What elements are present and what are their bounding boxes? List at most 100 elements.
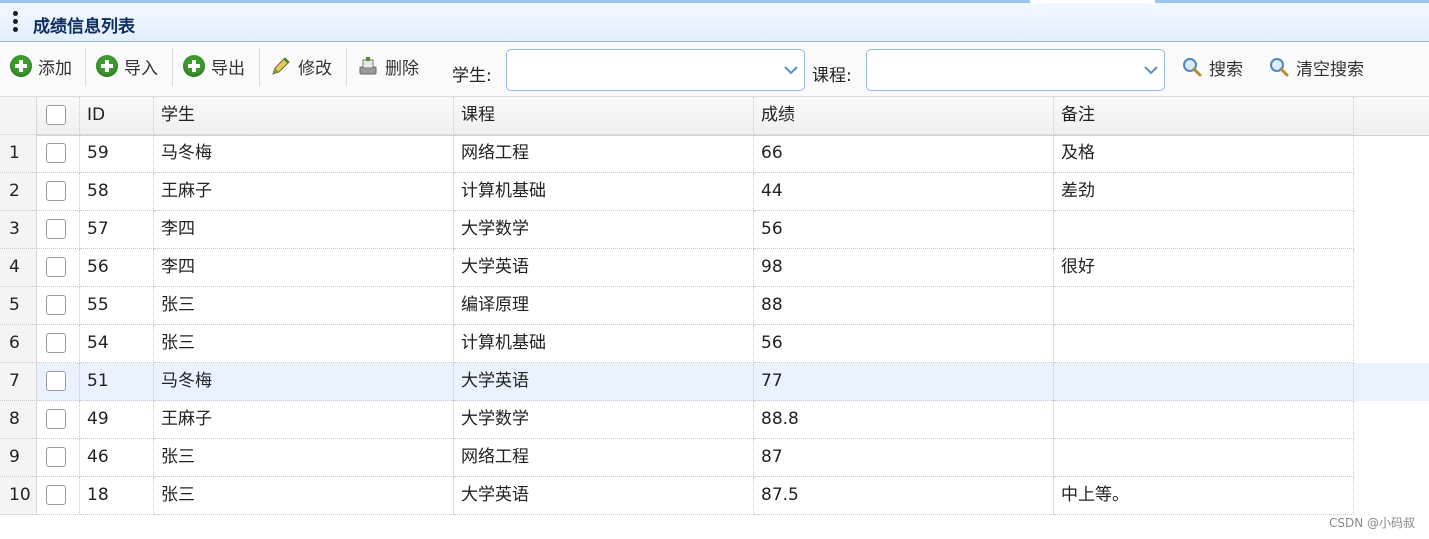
cell-score: 66: [754, 135, 1054, 173]
student-filter-label: 学生:: [452, 66, 492, 86]
row-checkbox[interactable]: [46, 143, 66, 163]
cell-id: 55: [80, 287, 154, 325]
cell-score: 88.8: [754, 401, 1054, 439]
row-checkbox[interactable]: [46, 257, 66, 277]
row-checkbox[interactable]: [46, 447, 66, 467]
cell-student: 张三: [154, 439, 454, 477]
table-row[interactable]: 9 46 张三 网络工程 87: [0, 439, 1429, 477]
row-number: 4: [0, 249, 37, 287]
cell-note: [1054, 211, 1354, 249]
delete-icon: [357, 55, 379, 77]
row-checkbox[interactable]: [46, 181, 66, 201]
table-row[interactable]: 5 55 张三 编译原理 88: [0, 287, 1429, 325]
cell-score: 44: [754, 173, 1054, 211]
clear-search-button-label: 清空搜索: [1296, 59, 1364, 80]
cell-note: 很好: [1054, 249, 1354, 287]
delete-button[interactable]: 删除: [357, 51, 419, 81]
panel-title: 成绩信息列表: [33, 17, 135, 37]
search-button-label: 搜索: [1209, 59, 1243, 80]
cell-note: [1054, 401, 1354, 439]
row-number: 9: [0, 439, 37, 477]
table-row[interactable]: 10 18 张三 大学英语 87.5 中上等。: [0, 477, 1429, 515]
student-input[interactable]: [513, 56, 757, 86]
add-button[interactable]: 添加: [10, 51, 72, 81]
cell-score: 56: [754, 325, 1054, 363]
student-combobox[interactable]: [506, 49, 805, 91]
cell-id: 57: [80, 211, 154, 249]
cell-course: 编译原理: [454, 287, 754, 325]
select-all-cell: [37, 97, 80, 135]
row-select-cell: [37, 477, 80, 515]
column-header-course[interactable]: 课程: [454, 97, 754, 135]
table-row[interactable]: 7 51 马冬梅 大学英语 77: [0, 363, 1429, 401]
toolbar-separator: [259, 48, 260, 86]
magnifier-icon: [1181, 56, 1203, 78]
cell-id: 51: [80, 363, 154, 401]
row-number: 8: [0, 401, 37, 439]
delete-button-label: 删除: [385, 58, 419, 79]
menu-dots-icon: [13, 11, 19, 35]
row-select-cell: [37, 325, 80, 363]
cell-score: 87: [754, 439, 1054, 477]
cell-course: 大学英语: [454, 249, 754, 287]
cell-id: 59: [80, 135, 154, 173]
cell-course: 网络工程: [454, 439, 754, 477]
cell-id: 56: [80, 249, 154, 287]
row-checkbox[interactable]: [46, 371, 66, 391]
cell-student: 张三: [154, 325, 454, 363]
select-all-checkbox[interactable]: [46, 105, 66, 125]
row-number: 10: [0, 477, 37, 515]
course-input[interactable]: [873, 56, 1117, 86]
row-select-cell: [37, 135, 80, 173]
table-row[interactable]: 3 57 李四 大学数学 56: [0, 211, 1429, 249]
row-number: 1: [0, 135, 37, 173]
edit-button[interactable]: 修改: [270, 51, 332, 81]
row-number: 6: [0, 325, 37, 363]
table-row[interactable]: 8 49 王麻子 大学数学 88.8: [0, 401, 1429, 439]
cell-id: 46: [80, 439, 154, 477]
row-number: 2: [0, 173, 37, 211]
chevron-down-icon[interactable]: [778, 50, 804, 90]
row-select-cell: [37, 249, 80, 287]
row-select-cell: [37, 287, 80, 325]
cell-note: [1054, 439, 1354, 477]
cell-note: 及格: [1054, 135, 1354, 173]
column-header-id[interactable]: ID: [80, 97, 154, 135]
panel-header: 成绩信息列表: [0, 3, 1429, 42]
course-combobox[interactable]: [866, 49, 1165, 91]
cell-course: 网络工程: [454, 135, 754, 173]
cell-course: 计算机基础: [454, 173, 754, 211]
table-row[interactable]: 4 56 李四 大学英语 98 很好: [0, 249, 1429, 287]
import-button[interactable]: 导入: [96, 51, 158, 81]
cell-student: 张三: [154, 287, 454, 325]
toolbar-separator: [346, 48, 347, 86]
export-button[interactable]: 导出: [183, 51, 245, 81]
toolbar: 添加 导入 导出 修改 删除 学生: 课程: 搜索 清空搜索: [0, 42, 1429, 97]
row-checkbox[interactable]: [46, 409, 66, 429]
cell-student: 李四: [154, 249, 454, 287]
toolbar-separator: [172, 48, 173, 86]
cell-id: 18: [80, 477, 154, 515]
table-row[interactable]: 1 59 马冬梅 网络工程 66 及格: [0, 135, 1429, 173]
row-checkbox[interactable]: [46, 295, 66, 315]
cell-note: [1054, 325, 1354, 363]
row-checkbox[interactable]: [46, 219, 66, 239]
table-row[interactable]: 2 58 王麻子 计算机基础 44 差劲: [0, 173, 1429, 211]
column-header-student[interactable]: 学生: [154, 97, 454, 135]
cell-id: 49: [80, 401, 154, 439]
row-checkbox[interactable]: [46, 485, 66, 505]
chevron-down-icon[interactable]: [1138, 50, 1164, 90]
row-select-cell: [37, 363, 80, 401]
cell-course: 大学英语: [454, 363, 754, 401]
row-number: 3: [0, 211, 37, 249]
row-number: 7: [0, 363, 37, 401]
cell-score: 88: [754, 287, 1054, 325]
column-header-score[interactable]: 成绩: [754, 97, 1054, 135]
cell-course: 大学英语: [454, 477, 754, 515]
table-row[interactable]: 6 54 张三 计算机基础 56: [0, 325, 1429, 363]
column-header-note[interactable]: 备注: [1054, 97, 1354, 135]
row-checkbox[interactable]: [46, 333, 66, 353]
search-button[interactable]: 搜索: [1181, 52, 1243, 82]
clear-search-button[interactable]: 清空搜索: [1268, 52, 1364, 82]
row-number: 5: [0, 287, 37, 325]
